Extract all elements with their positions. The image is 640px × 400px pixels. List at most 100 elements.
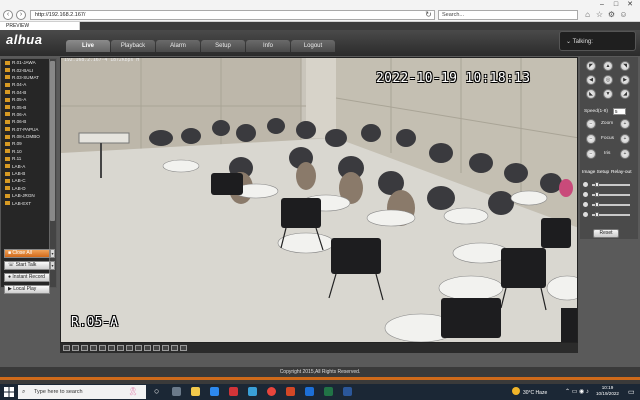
chrome-icon[interactable]	[267, 387, 276, 396]
ptz-left-icon[interactable]: ◀	[586, 75, 596, 85]
contrast-slider-knob[interactable]	[595, 192, 599, 197]
tab-playback[interactable]: Playback	[111, 40, 155, 52]
channel-scroll-thumb[interactable]	[50, 61, 55, 221]
ptz-up-icon[interactable]: ▲	[603, 61, 613, 71]
snapshot-icon[interactable]	[153, 345, 160, 351]
zoom-out-icon[interactable]: −	[586, 119, 596, 129]
channel-item[interactable]: R.07-PAPUA	[1, 126, 56, 133]
tab-relay-out[interactable]: Relay-out	[611, 170, 632, 177]
channel-item[interactable]: LAB-A	[1, 162, 56, 169]
zoom-in-icon[interactable]: +	[620, 119, 630, 129]
excel-icon[interactable]	[324, 387, 333, 396]
video-feed[interactable]: 192.168.2.167-4 1872Kbps H 2022-10-19 10…	[60, 57, 578, 343]
ptz-center-icon[interactable]: ◎	[603, 75, 613, 85]
back-icon[interactable]: ‹	[3, 10, 13, 20]
iris-close-icon[interactable]: −	[586, 149, 596, 159]
edge-icon[interactable]	[248, 387, 257, 396]
channel-item[interactable]: LAB-D	[1, 185, 56, 192]
address-bar[interactable]: http://192.168.2.167/	[30, 10, 435, 20]
audio-icon[interactable]	[171, 345, 178, 351]
layout-36-icon[interactable]	[117, 345, 124, 351]
tab-info[interactable]: Info	[246, 40, 290, 52]
saturation-slider-knob[interactable]	[595, 202, 599, 207]
powerpoint-icon[interactable]	[286, 387, 295, 396]
channel-item[interactable]: R.05-B	[1, 103, 56, 110]
tab-live[interactable]: Live	[66, 40, 110, 52]
channel-item[interactable]: R.05-A	[1, 96, 56, 103]
mail-icon[interactable]	[210, 387, 219, 396]
internet-explorer-icon[interactable]	[305, 387, 314, 396]
maximize-icon[interactable]: □	[610, 1, 622, 9]
channel-item[interactable]: R.06-A	[1, 111, 56, 118]
word-icon[interactable]	[343, 387, 352, 396]
layout-custom-icon[interactable]	[126, 345, 133, 351]
ptz-down-right-icon[interactable]: ◢	[620, 89, 630, 99]
channel-item[interactable]: LAB-C	[1, 177, 56, 184]
close-all-dropdown-icon[interactable]: ▾	[50, 249, 55, 258]
tray-icons[interactable]: ⌃ ▭ ◉ ♪	[565, 388, 589, 395]
channel-item[interactable]: R.06-B	[1, 118, 56, 125]
notification-icon[interactable]: ▭	[628, 388, 635, 396]
ptz-up-left-icon[interactable]: ◤	[586, 61, 596, 71]
channel-item[interactable]: R.11	[1, 155, 56, 162]
hue-slider-knob[interactable]	[595, 212, 599, 217]
task-view-apps-icon[interactable]	[172, 387, 181, 396]
minimize-icon[interactable]: –	[596, 1, 608, 9]
browser-tab[interactable]: PREVIEW	[0, 22, 80, 30]
record-toggle-icon[interactable]	[162, 345, 169, 351]
channel-item[interactable]: R.09	[1, 140, 56, 147]
forward-icon[interactable]: ›	[16, 10, 26, 20]
favorites-icon[interactable]: ☆	[595, 10, 604, 19]
settings-icon[interactable]: ⚙	[607, 10, 616, 19]
channel-item[interactable]: R.10	[1, 148, 56, 155]
tab-logout[interactable]: Logout	[291, 40, 335, 52]
channel-item[interactable]: R.04-B	[1, 89, 56, 96]
fluency-icon[interactable]	[144, 345, 151, 351]
brightness-slider-knob[interactable]	[595, 182, 599, 187]
refresh-icon[interactable]: ↻	[424, 10, 433, 19]
store-icon[interactable]	[229, 387, 238, 396]
zoom-digital-icon[interactable]	[180, 345, 187, 351]
ptz-down-icon[interactable]: ▼	[603, 89, 613, 99]
layout-25-icon[interactable]	[108, 345, 115, 351]
channel-item[interactable]: R.03-SUMAT	[1, 74, 56, 81]
local-play-button[interactable]: ▶ Local Play	[4, 285, 50, 294]
layout-16-icon[interactable]	[99, 345, 106, 351]
ptz-down-left-icon[interactable]: ◣	[586, 89, 596, 99]
weather-text[interactable]: 30°C Haze	[523, 390, 547, 396]
channel-item[interactable]: R.01-JAWA	[1, 59, 56, 66]
layout-4-icon[interactable]	[72, 345, 79, 351]
taskbar-clock[interactable]: 10:19 10/19/2022	[596, 385, 619, 397]
taskbar-search-input[interactable]: Type here to search	[18, 385, 146, 399]
close-window-icon[interactable]: ✕	[624, 1, 636, 9]
reset-button[interactable]: Reset	[593, 229, 619, 238]
tab-alarm[interactable]: Alarm	[156, 40, 200, 52]
channel-item[interactable]: LAB-EXT	[1, 199, 56, 206]
channel-item[interactable]: LAB-B	[1, 170, 56, 177]
start-talk-dropdown-icon[interactable]: ▾	[50, 261, 55, 270]
aspect-ratio-icon[interactable]	[135, 345, 142, 351]
ptz-right-icon[interactable]: ▶	[620, 75, 630, 85]
chevron-down-icon[interactable]: ⌄	[566, 39, 571, 45]
focus-near-icon[interactable]: −	[586, 134, 596, 144]
fullscreen-icon[interactable]	[81, 345, 88, 351]
channel-item[interactable]: R.04-A	[1, 81, 56, 88]
ptz-up-right-icon[interactable]: ◥	[620, 61, 630, 71]
browser-search-input[interactable]: Search...	[438, 10, 578, 20]
tab-image-setup[interactable]: Image Setup	[582, 170, 609, 177]
task-view-icon[interactable]: ○	[154, 386, 159, 396]
tab-setup[interactable]: Setup	[201, 40, 245, 52]
close-all-button[interactable]: ■ Close All	[4, 249, 50, 258]
layout-1-icon[interactable]	[63, 345, 70, 351]
channel-item[interactable]: LAB-JRGN	[1, 192, 56, 199]
home-icon[interactable]: ⌂	[583, 10, 592, 19]
smiley-icon[interactable]: ☺	[619, 10, 628, 19]
speed-select[interactable]: 5	[613, 108, 626, 115]
channel-item[interactable]: R.02-BALI	[1, 66, 56, 73]
windows-start-icon[interactable]	[3, 386, 15, 398]
iris-open-icon[interactable]: +	[620, 149, 630, 159]
channel-item[interactable]: R.08-LOMBO	[1, 133, 56, 140]
focus-far-icon[interactable]: +	[620, 134, 630, 144]
layout-9-icon[interactable]	[90, 345, 97, 351]
start-talk-button[interactable]: ☏ Start Talk	[4, 261, 50, 270]
